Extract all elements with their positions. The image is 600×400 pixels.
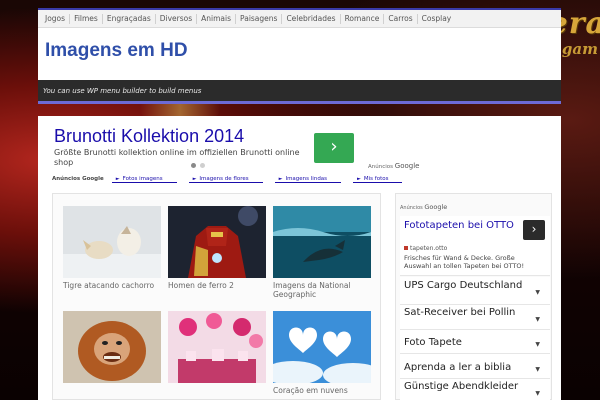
sidebar-ads: Anúncios Google Fototapeten bei OTTO tap… bbox=[395, 193, 552, 400]
chevron-down-icon[interactable]: ▼ bbox=[535, 339, 540, 350]
topnav-item-animais[interactable]: Animais bbox=[197, 13, 237, 24]
topnav-item-carros[interactable]: Carros bbox=[384, 13, 418, 24]
site-header: Jogos Filmes Engraçadas Diversos Animais… bbox=[38, 8, 561, 104]
gallery-item[interactable]: Tigre atacando cachorro bbox=[63, 206, 161, 290]
main-menu-bar: You can use WP menu builder to build men… bbox=[38, 80, 561, 104]
ad-link-imagens-de-flores[interactable]: Imagens de flores bbox=[188, 176, 263, 183]
topnav-item-engracadas[interactable]: Engraçadas bbox=[103, 13, 156, 24]
topnav-item-cosplay[interactable]: Cosplay bbox=[418, 14, 456, 24]
chevron-down-icon[interactable]: ▼ bbox=[535, 364, 540, 375]
sidebar-ad-item-label[interactable]: Günstige Abendkleider bbox=[404, 381, 524, 392]
ad-pager bbox=[191, 163, 205, 168]
sidebar-ad-network-label: Anúncios Google bbox=[400, 203, 447, 211]
sidebar-featured-title[interactable]: Fototapeten bei OTTO bbox=[404, 220, 516, 232]
gallery-caption[interactable]: Imagens da National Geographic bbox=[273, 281, 371, 299]
sidebar-ad-item[interactable]: Foto Tapete ▼ bbox=[400, 330, 550, 354]
topnav-item-jogos[interactable]: Jogos bbox=[41, 13, 71, 24]
gallery-item[interactable]: Homen de ferro 2 bbox=[168, 206, 266, 290]
gallery-caption[interactable]: Tigre atacando cachorro bbox=[63, 281, 161, 290]
sidebar-ad-network-name: Google bbox=[424, 203, 448, 211]
chevron-down-icon[interactable]: ▼ bbox=[535, 287, 540, 298]
gallery-thumbnail[interactable] bbox=[273, 311, 371, 383]
ad-text: Größte Brunotti kollektion online im off… bbox=[54, 148, 300, 167]
gallery-thumbnail[interactable] bbox=[273, 206, 371, 278]
topnav-item-filmes[interactable]: Filmes bbox=[70, 13, 103, 24]
image-gallery: Tigre atacando cachorro Homen de ferro 2 bbox=[52, 193, 381, 400]
gallery-thumbnail[interactable] bbox=[63, 206, 161, 278]
sidebar-featured-text: Frisches für Wand & Decke. Große Auswahl… bbox=[404, 254, 525, 270]
sidebar-featured-ad[interactable]: Fototapeten bei OTTO tapeten.otto Frisch… bbox=[400, 216, 550, 276]
top-navigation: Jogos Filmes Engraçadas Diversos Animais… bbox=[38, 10, 561, 28]
sidebar-ad-item[interactable]: Günstige Abendkleider ▼ bbox=[400, 379, 550, 400]
sidebar-ad-item-label[interactable]: Foto Tapete bbox=[404, 337, 524, 348]
chevron-down-icon[interactable]: ▼ bbox=[535, 314, 540, 325]
gallery-thumbnail[interactable] bbox=[63, 311, 161, 383]
ad-network-label: Anúncios Google bbox=[368, 162, 419, 170]
sidebar-ad-item-label[interactable]: Sat-Receiver bei Pollin bbox=[404, 307, 524, 318]
sidebar-ad-item[interactable]: Aprenda a ler a biblia ▼ bbox=[400, 354, 550, 379]
gallery-thumbnail[interactable] bbox=[168, 206, 266, 278]
linkbar-label: Anúncios Google bbox=[52, 176, 104, 182]
gallery-item[interactable]: Coração em nuvens bbox=[273, 311, 371, 395]
ad-link-bar: Anúncios Google Fotos imagens Imagens de… bbox=[52, 174, 414, 184]
topnav-item-romance[interactable]: Romance bbox=[341, 13, 385, 24]
topnav-item-paisagens[interactable]: Paisagens bbox=[236, 13, 283, 24]
sidebar-ad-network-small: Anúncios bbox=[400, 205, 423, 211]
sidebar-ad-item[interactable]: UPS Cargo Deutschland ▼ bbox=[400, 277, 550, 305]
sidebar-featured-url[interactable]: tapeten.otto bbox=[404, 245, 447, 252]
ad-network-name: Google bbox=[394, 162, 420, 170]
main-content: Brunotti Kollektion 2014 Größte Brunotti… bbox=[38, 116, 561, 400]
ad-network-small: Anúncios bbox=[368, 164, 394, 170]
topnav-item-celebridades[interactable]: Celebridades bbox=[282, 13, 341, 24]
ad-link-fotos-imagens[interactable]: Fotos imagens bbox=[111, 176, 177, 183]
gallery-item[interactable] bbox=[168, 311, 266, 386]
topnav-item-diversos[interactable]: Diversos bbox=[156, 13, 198, 24]
chevron-down-icon[interactable]: ▼ bbox=[535, 388, 540, 399]
menu-notice: You can use WP menu builder to build men… bbox=[43, 87, 202, 95]
chevron-right-icon[interactable]: › bbox=[523, 220, 545, 240]
top-ad-banner[interactable]: Brunotti Kollektion 2014 Größte Brunotti… bbox=[38, 116, 561, 174]
sidebar-ad-item-label[interactable]: Aprenda a ler a biblia bbox=[404, 362, 524, 373]
gallery-item[interactable] bbox=[63, 311, 161, 386]
sidebar-ad-item-label[interactable]: UPS Cargo Deutschland bbox=[404, 280, 524, 291]
ad-pager-dot[interactable] bbox=[191, 163, 196, 168]
gallery-item[interactable]: Imagens da National Geographic bbox=[273, 206, 371, 299]
gallery-caption[interactable]: Homen de ferro 2 bbox=[168, 281, 266, 290]
ad-link-imagens-lindas[interactable]: Imagens lindas bbox=[274, 176, 342, 183]
ad-link-mis-fotos[interactable]: Mis fotos bbox=[353, 176, 403, 183]
chevron-right-icon[interactable]: › bbox=[314, 133, 354, 163]
ad-title[interactable]: Brunotti Kollektion 2014 bbox=[54, 126, 244, 147]
background-brand-art-sub: gam bbox=[561, 40, 598, 58]
gallery-caption[interactable]: Coração em nuvens bbox=[273, 386, 371, 395]
site-title[interactable]: Imagens em HD bbox=[38, 28, 561, 62]
gallery-thumbnail[interactable] bbox=[168, 311, 266, 383]
ad-pager-dot[interactable] bbox=[200, 163, 205, 168]
sidebar-ad-item[interactable]: Sat-Receiver bei Pollin ▼ bbox=[400, 305, 550, 330]
